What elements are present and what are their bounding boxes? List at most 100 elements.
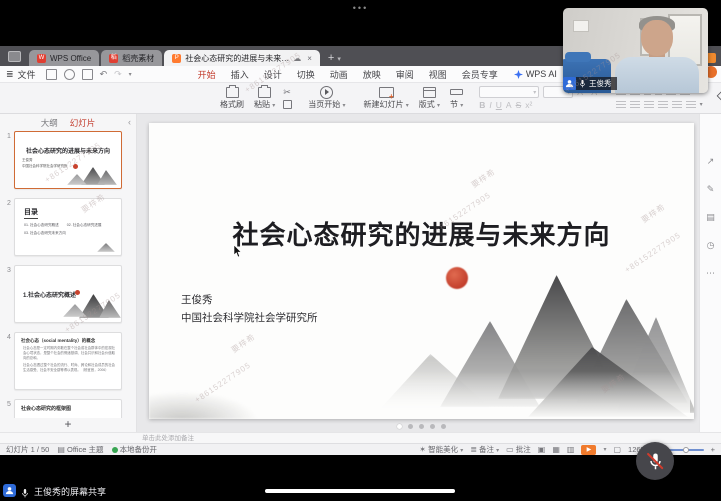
redo-icon[interactable]: ↷ <box>114 69 122 80</box>
slide-title[interactable]: 社会心态研究的进展与未来方向 <box>149 215 694 252</box>
grid-icon[interactable]: ▤ <box>706 212 715 223</box>
slide-number: 2 <box>4 198 14 256</box>
paragraph-more-icon[interactable]: ▾ <box>700 101 703 108</box>
more-icon[interactable]: ⋯ <box>706 268 715 279</box>
columns-icon[interactable] <box>686 101 696 109</box>
tab-docer[interactable]: 稻 稻壳素材 <box>101 50 162 66</box>
tab-label: WPS Office <box>50 54 91 63</box>
new-slide-button[interactable]: 新建幻灯片 ▾ <box>362 85 411 111</box>
ribbon-tab-transition[interactable]: 切换 <box>297 68 315 81</box>
edit-icon[interactable]: ✎ <box>707 184 715 195</box>
workspace: 大纲 幻灯片 ‹ 1 社会心态研究的进展与未来方向 王俊秀中国社会科学院社会学研… <box>0 114 721 432</box>
thumbnail-list: 1 社会心态研究的进展与未来方向 王俊秀中国社会科学院社会学研究所 <box>0 131 136 418</box>
new-tab-button[interactable]: + <box>328 52 334 64</box>
speaker-video-thumbnail[interactable]: 王俊秀 <box>563 8 708 93</box>
align-right-icon[interactable] <box>644 101 654 109</box>
quick-access-toolbar: ↶ ↷ ▾ <box>46 69 132 80</box>
underline-button[interactable]: U <box>496 100 502 110</box>
slide-thumbnail-4[interactable]: 4 社会心态（social mentality）的概念 社会心态是一定时期内弥散… <box>4 332 136 390</box>
slide-pagination-dots[interactable] <box>149 424 694 429</box>
ribbon-tab-animation[interactable]: 动画 <box>330 68 348 81</box>
cut-icon[interactable]: ✂ <box>283 87 292 98</box>
justify-icon[interactable] <box>658 101 668 109</box>
shape-icon: ◇ <box>717 85 721 105</box>
history-icon[interactable]: ◷ <box>707 240 715 251</box>
undo-icon[interactable]: ↶ <box>100 69 108 80</box>
slideshow-play-button[interactable]: ▶ <box>581 445 596 455</box>
home-indicator[interactable] <box>265 489 455 493</box>
page-dot[interactable] <box>430 424 435 429</box>
font-family-select[interactable]: ▾ <box>479 86 539 98</box>
page-dot-active[interactable] <box>397 424 402 429</box>
wps-ai-button[interactable]: WPS AI <box>514 69 557 79</box>
zoom-in-icon[interactable]: + <box>711 445 715 454</box>
preview-icon[interactable] <box>64 69 75 80</box>
tablet-screen: ••• W WPS Office 稻 稻壳素材 P 社会心态研究的进展与未来… … <box>0 0 721 501</box>
align-left-icon[interactable] <box>616 101 626 109</box>
share-icon[interactable]: ↗ <box>707 156 715 167</box>
thumb-title: 社会心态研究的进展与未来方向 <box>15 146 121 155</box>
tab-wps-office[interactable]: W WPS Office <box>29 50 99 66</box>
ribbon-tab-review[interactable]: 审阅 <box>396 68 414 81</box>
sorter-view-icon[interactable]: ▦ <box>552 445 560 454</box>
ribbon-tab-member[interactable]: 会员专享 <box>462 68 498 81</box>
speaker-shirt <box>615 57 699 93</box>
paste-button[interactable]: 粘贴 ▾ <box>252 85 277 111</box>
distribute-icon[interactable] <box>672 101 682 109</box>
window-menu-icon[interactable] <box>8 51 21 62</box>
mute-mic-button[interactable] <box>636 442 674 480</box>
fit-screen-icon[interactable]: ▢ <box>613 445 621 454</box>
format-painter-button[interactable]: 格式刷 <box>218 85 246 111</box>
file-menu[interactable]: ≣ 文件 <box>6 68 36 81</box>
italic-button[interactable]: I <box>489 100 491 110</box>
font-color-button[interactable]: A <box>506 100 512 110</box>
slide-thumbnail-2[interactable]: 2 目录 01. 社会心态研究概述 02. 社会心态研究进展 03. 社会心态研… <box>4 198 136 256</box>
page-dot[interactable] <box>441 424 446 429</box>
ribbon-tab-design[interactable]: 设计 <box>264 68 282 81</box>
page-dot[interactable] <box>408 424 413 429</box>
wps-ai-icon <box>514 70 523 79</box>
zoom-slider[interactable] <box>666 449 704 451</box>
save-icon[interactable] <box>46 69 57 80</box>
normal-view-icon[interactable]: ▣ <box>538 445 546 454</box>
slides-tab[interactable]: 幻灯片 <box>70 117 96 129</box>
section-button[interactable]: 节 ▾ <box>448 85 465 111</box>
slide-number: 4 <box>4 332 14 390</box>
ribbon-tab-home[interactable]: 开始 <box>198 68 216 81</box>
add-slide-button[interactable]: + <box>0 418 136 431</box>
slide-thumbnail-1[interactable]: 1 社会心态研究的进展与未来方向 王俊秀中国社会科学院社会学研究所 <box>4 131 136 189</box>
comments-button[interactable]: ▭ 批注 <box>506 444 531 455</box>
backup-status[interactable]: 本地备份开 <box>112 444 158 455</box>
align-center-icon[interactable] <box>630 101 640 109</box>
outline-tab[interactable]: 大纲 <box>41 117 58 129</box>
beautify-button[interactable]: ✶ 智能美化 ▾ <box>419 444 463 455</box>
docer-icon: 稻 <box>109 54 118 63</box>
ribbon-tab-insert[interactable]: 插入 <box>231 68 249 81</box>
collapse-panel-icon[interactable]: ‹ <box>128 117 131 127</box>
notes-input[interactable]: 单击此处添加备注 <box>0 432 721 443</box>
tab-list-caret-icon[interactable]: ▾ <box>337 55 341 63</box>
bold-button[interactable]: B <box>479 100 485 110</box>
theme-button[interactable]: ▤ Office 主题 <box>57 444 103 455</box>
slide-thumbnail-5[interactable]: 5 社会心态研究的框架图 <box>4 399 136 418</box>
ribbon-tab-view[interactable]: 视图 <box>429 68 447 81</box>
play-from-current-button[interactable]: 当页开始 ▾ <box>306 85 347 111</box>
ribbon-tab-slideshow[interactable]: 放映 <box>363 68 381 81</box>
shape-button[interactable]: ◇ 形状 ▾ <box>717 85 721 105</box>
close-tab-icon[interactable]: × <box>307 54 312 63</box>
slide-canvas[interactable]: 社会心态研究的进展与未来方向 王俊秀 中国社会科学院社会学研究所 <box>149 123 694 419</box>
tab-presentation-active[interactable]: P 社会心态研究的进展与未来… ☁ × <box>164 50 320 66</box>
play-options-caret-icon[interactable]: ▾ <box>603 446 606 453</box>
print-icon[interactable] <box>82 69 93 80</box>
layout-button[interactable]: 版式 ▾ <box>417 85 442 111</box>
slide-thumbnail-3[interactable]: 3 1.社会心态研究概述 <box>4 265 136 323</box>
slide-author[interactable]: 王俊秀 <box>181 292 213 307</box>
qat-caret-icon[interactable]: ▾ <box>129 71 132 78</box>
superscript-button[interactable]: x² <box>525 100 532 110</box>
copy-icon[interactable] <box>283 100 292 109</box>
page-dot[interactable] <box>419 424 424 429</box>
slide-affiliation[interactable]: 中国社会科学院社会学研究所 <box>181 310 318 325</box>
notes-button[interactable]: ≣ 备注 ▾ <box>470 444 499 455</box>
strikethrough-button[interactable]: S <box>516 100 522 110</box>
reading-view-icon[interactable]: ▥ <box>567 445 575 454</box>
